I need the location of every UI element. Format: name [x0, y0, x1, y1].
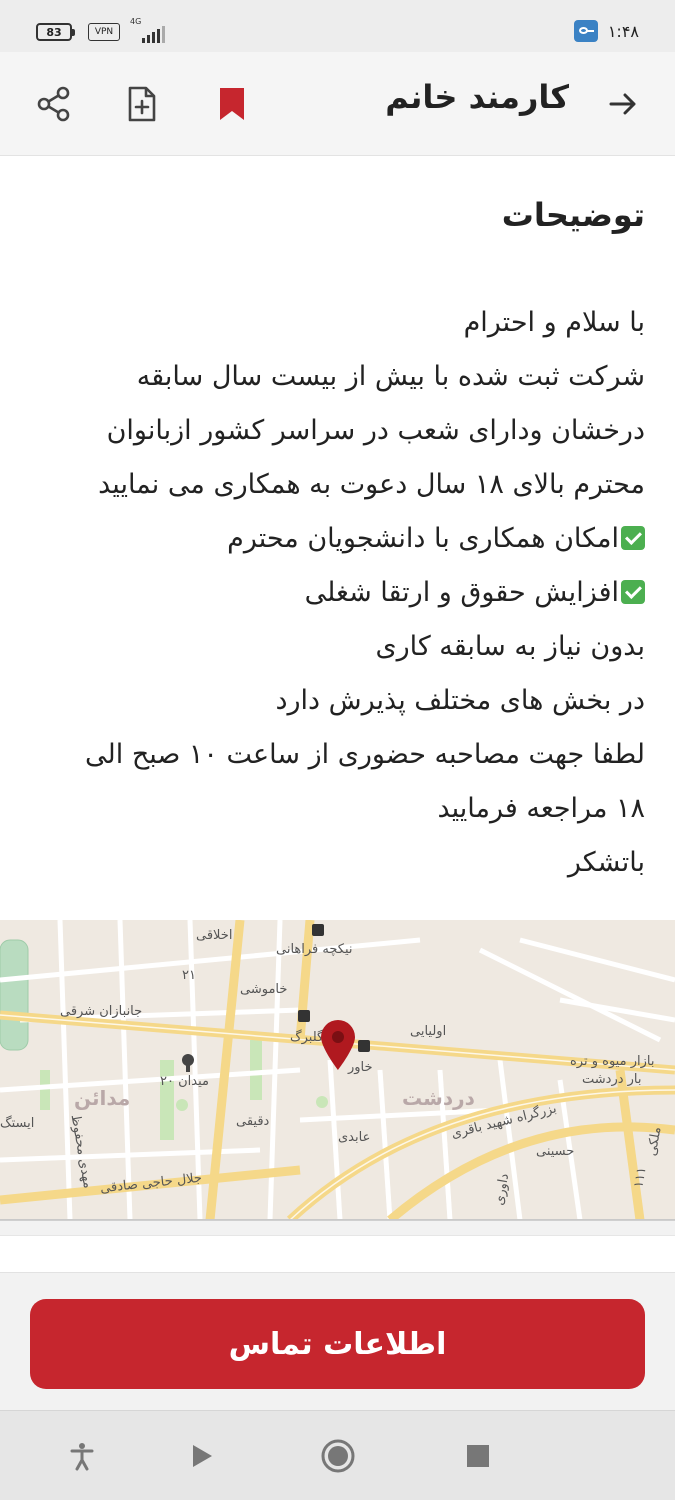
map-label: میدان ۲۰	[160, 1074, 209, 1089]
network-type: 4G	[130, 17, 142, 26]
vpn-icon: VPN	[88, 23, 120, 41]
description-line: افزایش حقوق و ارتقا شغلی	[20, 566, 645, 620]
back-arrow-icon[interactable]	[605, 86, 641, 122]
status-bar: 83 VPN 4G ۱:۴۸	[0, 0, 675, 52]
description-line: در بخش های مختلف پذیرش دارد	[20, 674, 645, 728]
status-left: 83 VPN 4G	[36, 17, 170, 43]
system-nav-bar	[0, 1410, 675, 1500]
description-line: درخشان ودارای شعب در سراسر کشور ازبانوان	[20, 404, 645, 458]
signal-bars	[142, 26, 165, 43]
vpn-label: VPN	[94, 27, 114, 37]
map-label: عابدی	[338, 1130, 371, 1145]
map-label: بار دردشت	[582, 1072, 642, 1087]
accessibility-icon[interactable]	[62, 1436, 102, 1476]
description-line: محترم بالای ۱۸ سال دعوت به همکاری می نما…	[20, 458, 645, 512]
description-line: امکان همکاری با دانشجویان محترم	[20, 512, 645, 566]
description-text: در بخش های مختلف پذیرش دارد	[275, 685, 645, 716]
app-header: کارمند خانم	[0, 52, 675, 156]
description-title: توضیحات	[501, 196, 645, 234]
description-line: ۱۸ مراجعه فرمایید	[20, 782, 645, 836]
map-label: بازار میوه و تره	[570, 1054, 655, 1069]
key-app-icon	[573, 20, 598, 42]
description-text: باتشکر	[567, 847, 645, 878]
map-label: نیکچه فراهانی	[276, 942, 353, 957]
tree-icon	[182, 1054, 194, 1072]
description-text: محترم بالای ۱۸ سال دعوت به همکاری می نما…	[98, 469, 645, 500]
section-divider	[0, 1221, 675, 1236]
contact-info-button[interactable]: اطلاعات تماس	[30, 1299, 645, 1389]
add-file-icon[interactable]	[124, 84, 160, 124]
description-body: با سلام و احترام شرکت ثبت شده با بیش از ب…	[20, 296, 645, 890]
description-text: امکان همکاری با دانشجویان محترم	[227, 523, 619, 554]
signal-icon: 4G	[130, 17, 170, 43]
map-label: اخلاقی	[196, 928, 233, 943]
description-line: لطفا جهت مصاحبه حضوری از ساعت ۱۰ صبح الی	[20, 728, 645, 782]
description-text: بدون نیاز به سابقه کاری	[375, 631, 645, 662]
map-label: اولیایی	[410, 1024, 447, 1039]
clock: ۱:۴۸	[607, 21, 639, 41]
back-triangle-icon[interactable]	[182, 1436, 222, 1476]
map-label: ۲۱	[182, 968, 196, 983]
map-label: خاموشی	[240, 982, 288, 997]
bookmark-icon[interactable]	[214, 84, 250, 124]
description-line: بدون نیاز به سابقه کاری	[20, 620, 645, 674]
page-title: کارمند خانم	[385, 78, 569, 116]
description-text: ۱۸ مراجعه فرمایید	[437, 793, 645, 824]
recents-square-icon[interactable]	[458, 1436, 498, 1476]
description-text: لطفا جهت مصاحبه حضوری از ساعت ۱۰ صبح الی	[85, 739, 645, 770]
check-mark-icon	[621, 525, 645, 550]
description-text: شرکت ثبت شده با بیش از بیست سال سابقه	[136, 361, 645, 392]
battery-icon: 83	[36, 23, 75, 41]
description-text: افزایش حقوق و ارتقا شغلی	[304, 577, 619, 608]
check-mark-icon	[621, 579, 645, 604]
description-text: درخشان ودارای شعب در سراسر کشور ازبانوان	[106, 415, 645, 446]
battery-level: 83	[46, 25, 62, 39]
contact-footer: اطلاعات تماس	[0, 1272, 675, 1410]
map-district: دردشت	[402, 1086, 475, 1110]
map-label: دقیقی	[236, 1114, 270, 1129]
map-label: ایستگ	[0, 1116, 35, 1131]
share-icon[interactable]	[34, 84, 74, 124]
description-line: با سلام و احترام	[20, 296, 645, 350]
map-district: مدائن	[74, 1086, 131, 1110]
map-label: حسینی	[536, 1144, 575, 1159]
description-line: شرکت ثبت شده با بیش از بیست سال سابقه	[20, 350, 645, 404]
location-pin-icon	[318, 1018, 358, 1072]
description-text: با سلام و احترام	[463, 307, 645, 338]
home-circle-icon[interactable]	[318, 1436, 358, 1476]
description-line: باتشکر	[20, 836, 645, 890]
status-right: ۱:۴۸	[573, 20, 639, 42]
map-label: جانبازان شرقی	[60, 1004, 143, 1019]
